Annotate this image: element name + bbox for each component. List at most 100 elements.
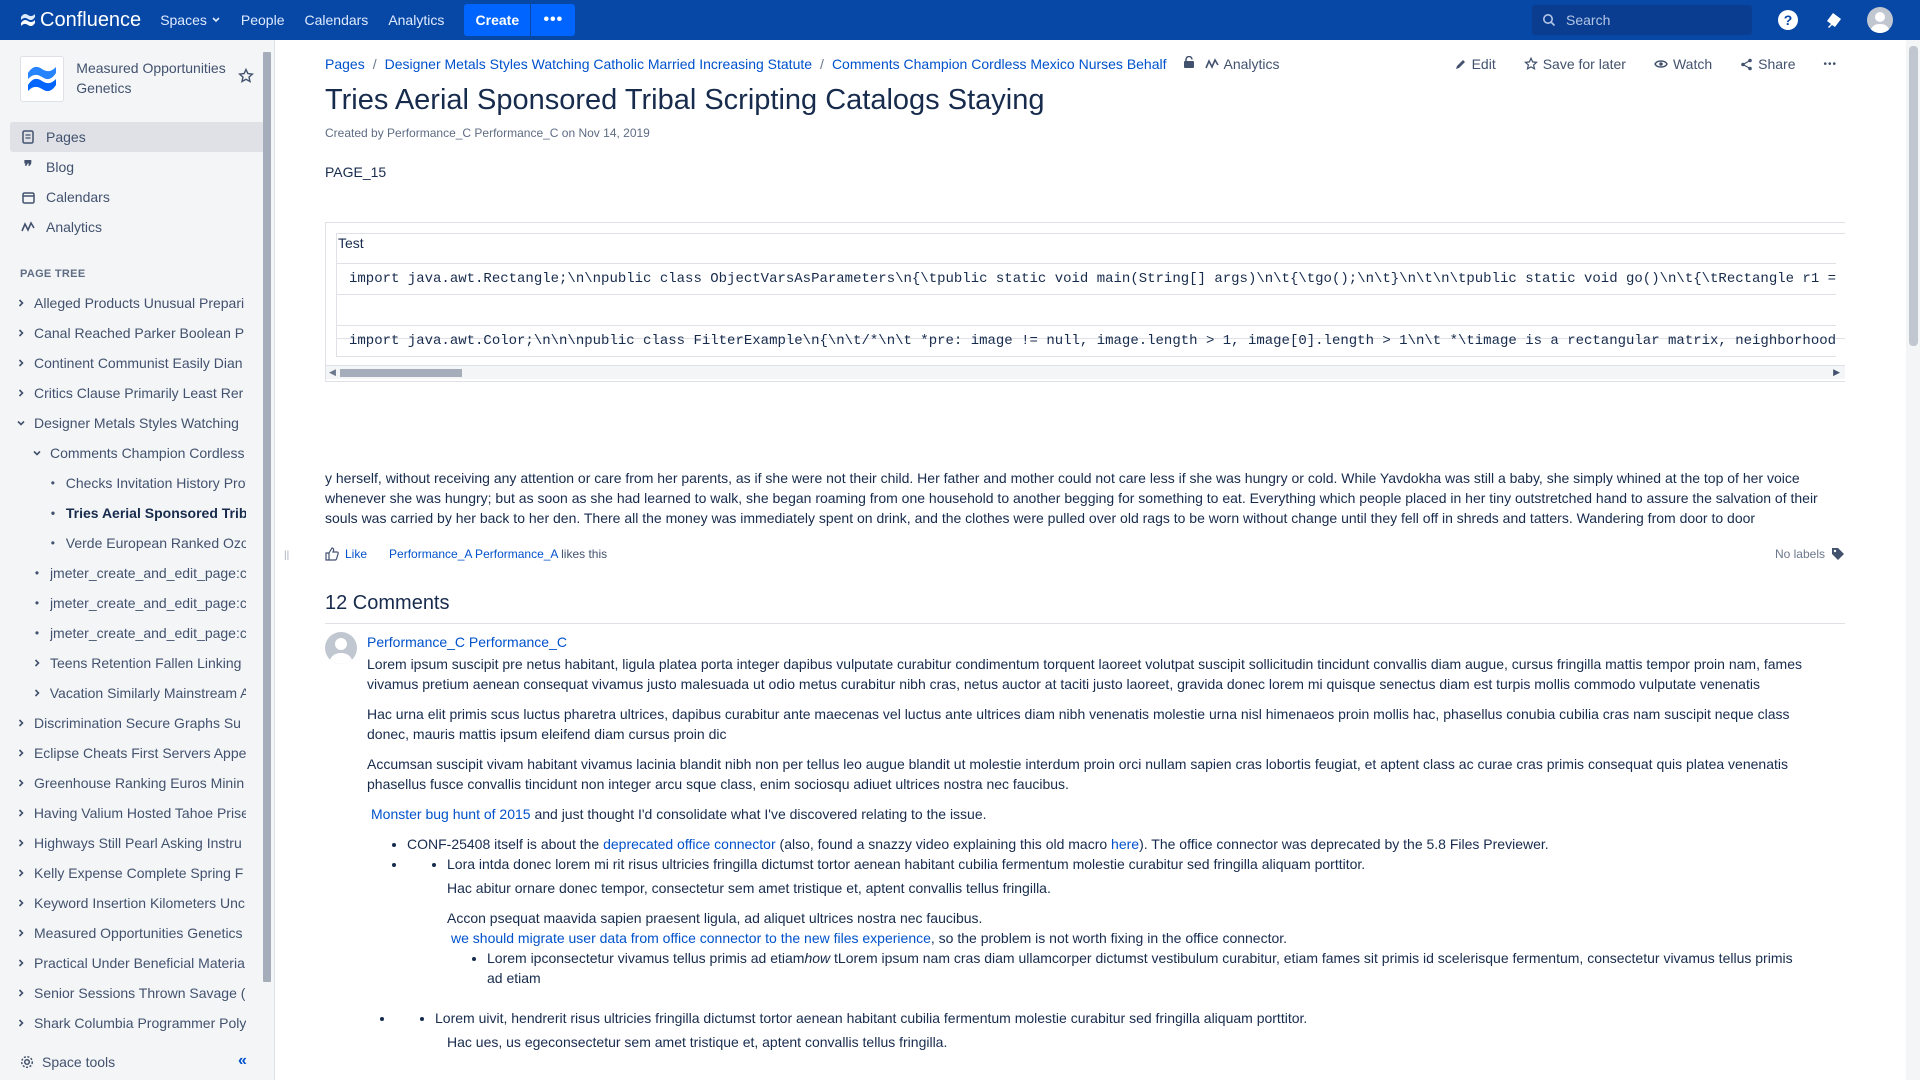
byline-date[interactable]: Nov 14, 2019 [578, 126, 649, 140]
save-for-later-button[interactable]: Save for later [1523, 56, 1626, 72]
byline-author[interactable]: Performance_C Performance_C [387, 126, 558, 140]
chevron-right-icon[interactable] [14, 1018, 28, 1028]
chevron-right-icon[interactable] [14, 868, 28, 878]
create-button[interactable]: Create [464, 4, 531, 36]
sidebar-resize-handle[interactable]: || [284, 550, 289, 561]
share-button[interactable]: Share [1740, 56, 1795, 72]
analytics-label: Analytics [1223, 56, 1280, 72]
comment-author[interactable]: Performance_C Performance_C [367, 632, 1807, 652]
page-tree-item[interactable]: Kelly Expense Complete Spring F [0, 858, 246, 888]
page-tree-item[interactable]: Critics Clause Primarily Least Rer [0, 378, 246, 408]
chevron-down-icon[interactable] [30, 448, 44, 458]
nav-calendars[interactable]: Calendars [304, 12, 368, 28]
page-tree-item[interactable]: • jmeter_create_and_edit_page:c [0, 558, 246, 588]
page-tree-item[interactable]: • Verde European Ranked Ozo [0, 528, 246, 558]
sidebar-scrollbar[interactable] [262, 46, 272, 1046]
edit-button[interactable]: Edit [1454, 56, 1496, 72]
breadcrumb-analytics[interactable]: Analytics [1204, 56, 1280, 72]
space-logo[interactable] [20, 56, 65, 102]
chevron-right-icon[interactable] [14, 298, 28, 308]
liker-link[interactable]: Performance_A Performance_A [389, 547, 558, 561]
chevron-right-icon[interactable] [14, 718, 28, 728]
page-tree-item[interactable]: • Tries Aerial Sponsored Trib [0, 498, 246, 528]
page-tree-item[interactable]: Shark Columbia Programmer Poly [0, 1008, 246, 1038]
horizontal-scrollbar-thumb[interactable] [340, 369, 462, 377]
restrictions-icon[interactable] [1183, 55, 1195, 72]
page-tree-item[interactable]: Measured Opportunities Genetics [0, 918, 246, 948]
breadcrumb-current-parent[interactable]: Comments Champion Cordless Mexico Nurses… [832, 56, 1167, 72]
analytics-icon [1204, 58, 1219, 69]
chevron-right-icon[interactable] [14, 838, 28, 848]
nav-spaces[interactable]: Spaces [160, 12, 221, 28]
chevron-right-icon[interactable] [14, 808, 28, 818]
page-tree-item[interactable]: Canal Reached Parker Boolean P [0, 318, 246, 348]
page-scrollbar-thumb[interactable] [1909, 46, 1918, 346]
labels-area[interactable]: No labels [1775, 547, 1845, 561]
search-input[interactable]: Search [1532, 5, 1752, 35]
page-tree-item[interactable]: Teens Retention Fallen Linking [0, 648, 246, 678]
page-tree-item[interactable]: Having Valium Hosted Tahoe Prise [0, 798, 246, 828]
page-tree-item[interactable]: Highways Still Pearl Asking Instru [0, 828, 246, 858]
chevron-right-icon[interactable] [14, 898, 28, 908]
chevron-down-icon[interactable] [14, 418, 28, 428]
chevron-right-icon[interactable] [30, 658, 44, 668]
page-tree-item[interactable]: Senior Sessions Thrown Savage ( [0, 978, 246, 1008]
create-more-button[interactable]: ••• [531, 4, 576, 36]
scroll-left-icon[interactable]: ◀ [329, 367, 336, 378]
chevron-right-icon[interactable] [14, 958, 28, 968]
comment-avatar[interactable] [325, 632, 357, 664]
help-icon[interactable]: ? [1774, 6, 1802, 34]
chevron-right-icon[interactable] [14, 358, 28, 368]
page-tree-item[interactable]: • jmeter_create_and_edit_page:c [0, 618, 246, 648]
sidebar-item-calendars[interactable]: Calendars [10, 182, 264, 212]
page-tree-item[interactable]: Designer Metals Styles Watching [0, 408, 246, 438]
watch-button[interactable]: Watch [1654, 56, 1712, 72]
sidebar-scrollbar-thumb[interactable] [263, 52, 271, 982]
horizontal-scrollbar[interactable]: ◀ ▶ [326, 365, 1845, 379]
page-tree-item[interactable]: Alleged Products Unusual Prepari [0, 288, 246, 318]
chevron-right-icon[interactable] [14, 328, 28, 338]
page-tree: Alleged Products Unusual Prepari Canal Re… [0, 288, 274, 1038]
breadcrumb-parent[interactable]: Designer Metals Styles Watching Catholic… [385, 56, 812, 72]
collapse-sidebar-button[interactable]: « [238, 1052, 247, 1070]
chevron-right-icon[interactable] [14, 778, 28, 788]
page-tree-item[interactable]: Discrimination Secure Graphs Su [0, 708, 246, 738]
like-button[interactable]: Like [325, 547, 367, 561]
sidebar-item-analytics[interactable]: Analytics [10, 212, 264, 242]
here-link[interactable]: here [1111, 836, 1139, 852]
page-scrollbar[interactable] [1906, 40, 1920, 1080]
sidebar-item-blog[interactable]: ❞ Blog [10, 152, 264, 182]
chevron-right-icon[interactable] [14, 388, 28, 398]
page-tree-item[interactable]: Eclipse Cheats First Servers Appe [0, 738, 246, 768]
page-tree-item[interactable]: • Checks Invitation History Prot [0, 468, 246, 498]
page-tree-item[interactable]: Vacation Similarly Mainstream A [0, 678, 246, 708]
more-actions-button[interactable]: ••• [1823, 59, 1837, 70]
page-tree-item[interactable]: Practical Under Beneficial Materia [0, 948, 246, 978]
page-tree-item[interactable]: Keyword Insertion Kilometers Unc [0, 888, 246, 918]
monster-bug-hunt-link[interactable]: Monster bug hunt of 2015 [371, 806, 531, 822]
page-tree-item[interactable]: • jmeter_create_and_edit_page:c [0, 588, 246, 618]
chevron-right-icon[interactable] [30, 688, 44, 698]
star-icon[interactable] [237, 67, 255, 87]
search-placeholder: Search [1566, 12, 1611, 28]
breadcrumb-pages[interactable]: Pages [325, 56, 365, 72]
deprecated-office-connector-link[interactable]: deprecated office connector [603, 836, 776, 852]
nav-people[interactable]: People [241, 12, 285, 28]
page-tree-item[interactable]: Comments Champion Cordless [0, 438, 246, 468]
comment-emphasis: how [804, 950, 831, 966]
space-name[interactable]: Measured Opportunities Genetics [76, 58, 232, 98]
chevron-right-icon[interactable] [14, 988, 28, 998]
space-tools-button[interactable]: Space tools [20, 1054, 115, 1070]
chevron-right-icon[interactable] [14, 748, 28, 758]
confluence-logo[interactable]: Confluence [20, 9, 141, 32]
scroll-right-icon[interactable]: ▶ [1833, 367, 1840, 378]
migrate-user-data-link[interactable]: we should migrate user data from office … [451, 930, 931, 946]
nav-analytics[interactable]: Analytics [388, 12, 444, 28]
user-avatar[interactable] [1866, 6, 1894, 34]
sidebar-item-pages[interactable]: Pages [10, 122, 264, 152]
sidebar-item-label: Calendars [46, 189, 110, 205]
chevron-right-icon[interactable] [14, 928, 28, 938]
notifications-icon[interactable] [1820, 6, 1848, 34]
page-tree-item[interactable]: Continent Communist Easily Dian [0, 348, 246, 378]
page-tree-item[interactable]: Greenhouse Ranking Euros Minin [0, 768, 246, 798]
